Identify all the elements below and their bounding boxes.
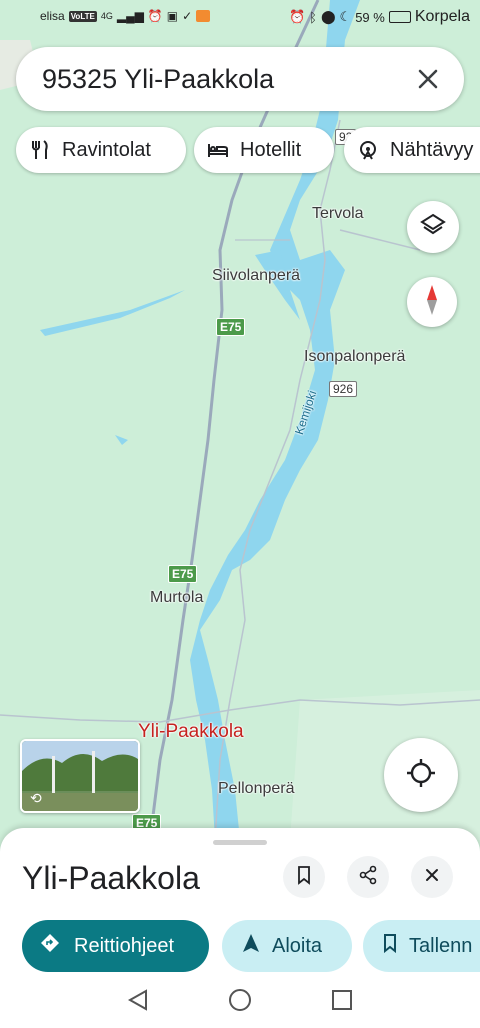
map-label-yli-paakkola[interactable]: Yli-Paakkola — [138, 721, 244, 743]
moon-icon: ☾ — [339, 9, 352, 24]
chip-label: Nähtävyy — [390, 138, 474, 161]
start-button[interactable]: Aloita — [222, 920, 352, 972]
status-right: ⏰ ᛒ ⬤ ☾ 59 % Korpela — [289, 8, 470, 26]
directions-label: Reittiohjeet — [74, 934, 175, 957]
signal-icon: ▂▄▆ — [116, 9, 144, 23]
road-shield-926: 926 — [329, 381, 358, 397]
home-icon[interactable] — [228, 988, 252, 1017]
bluetooth-icon: ᛒ — [309, 9, 317, 25]
battery-percent: 59 % — [355, 9, 385, 25]
map-label-siivolanpera[interactable]: Siivolanperä — [212, 267, 300, 285]
start-label: Aloita — [272, 934, 323, 957]
attraction-icon — [356, 138, 380, 162]
crosshair-icon — [406, 758, 436, 793]
map-label-murtola[interactable]: Murtola — [150, 589, 203, 607]
system-nav-bar — [0, 975, 480, 1028]
close-sheet-button[interactable] — [411, 856, 453, 898]
map-label-pellonpera[interactable]: Pellonperä — [218, 780, 295, 798]
back-icon[interactable] — [127, 988, 149, 1017]
search-query[interactable]: 95325 Yli-Paakkola — [42, 64, 274, 95]
road-shield-e75: E75 — [216, 318, 246, 336]
place-title: Yli-Paakkola — [22, 860, 200, 896]
search-bar[interactable]: 95325 Yli-Paakkola — [16, 47, 464, 111]
recents-icon[interactable] — [331, 989, 353, 1016]
layers-button[interactable] — [407, 201, 459, 253]
overlay-place-label: Korpela — [414, 8, 470, 25]
directions-icon — [40, 933, 60, 959]
alarm-icon: ⏰ — [147, 9, 163, 23]
directions-button[interactable]: Reittiohjeet — [22, 920, 209, 972]
restaurant-icon — [28, 138, 52, 162]
road-shield-e75: E75 — [168, 565, 198, 583]
layers-icon — [420, 212, 446, 243]
share-icon — [358, 865, 378, 890]
save-icon-button[interactable] — [283, 856, 325, 898]
app-badge-icon — [196, 10, 211, 22]
location-icon: ⬤ — [320, 9, 336, 24]
share-button[interactable] — [347, 856, 389, 898]
status-bar: elisa VoLTE 4G ▂▄▆ ⏰ ▣ ✓ ⏰ ᛒ ⬤ ☾ 59 % Ko… — [0, 0, 480, 36]
bookmark-icon — [381, 933, 399, 959]
carrier-label: elisa — [40, 9, 65, 23]
app-icon: ✓ — [182, 9, 193, 23]
alarm-clock-icon: ⏰ — [288, 9, 306, 24]
chip-restaurants[interactable]: Ravintolat — [16, 127, 186, 173]
chip-label: Hotellit — [240, 138, 302, 161]
volte-badge: VoLTE — [68, 10, 97, 22]
bookmark-icon — [294, 865, 314, 890]
compass-icon — [421, 283, 443, 322]
save-label: Tallenn — [409, 934, 473, 957]
compass-button[interactable] — [407, 277, 457, 327]
network-label: 4G — [100, 11, 113, 21]
battery-icon — [388, 11, 411, 23]
save-button[interactable]: Tallenn — [363, 920, 480, 972]
chip-label: Ravintolat — [62, 138, 151, 161]
status-left: elisa VoLTE 4G ▂▄▆ ⏰ ▣ ✓ — [40, 9, 211, 23]
street-view-icon: ⟲ — [30, 790, 42, 806]
map-label-isonpalonpera[interactable]: Isonpalonperä — [304, 348, 405, 366]
street-view-thumbnail[interactable]: ⟲ — [20, 739, 140, 813]
chip-attractions[interactable]: Nähtävyy — [344, 127, 480, 173]
drag-handle[interactable] — [213, 840, 267, 845]
navigation-arrow-icon — [242, 933, 260, 959]
close-icon[interactable] — [410, 61, 446, 97]
notification-icon: ▣ — [166, 9, 179, 23]
hotel-icon — [206, 138, 230, 162]
chip-hotels[interactable]: Hotellit — [194, 127, 334, 173]
map-label-tervola[interactable]: Tervola — [312, 205, 364, 223]
close-icon — [424, 867, 440, 888]
category-chips: Ravintolat Hotellit Nähtävyy — [16, 127, 480, 175]
my-location-button[interactable] — [384, 738, 458, 812]
map-canvas[interactable] — [0, 0, 480, 840]
